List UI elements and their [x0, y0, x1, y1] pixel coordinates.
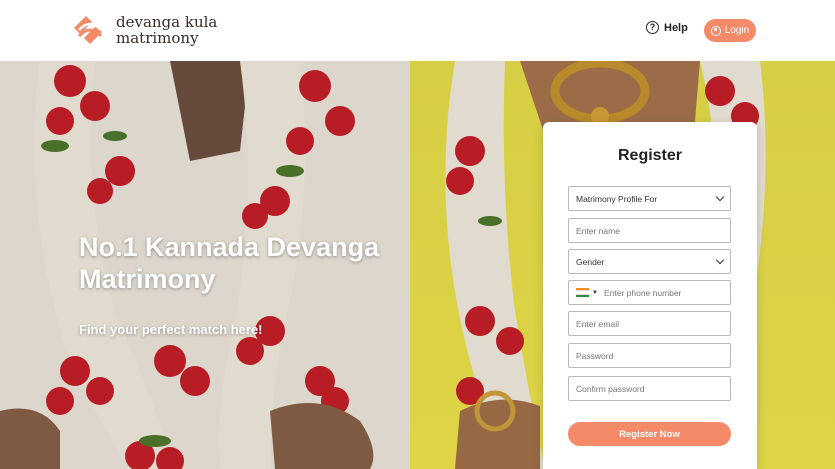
- phone-input[interactable]: ▼ Enter phone number: [568, 280, 731, 305]
- help-label: Help: [664, 21, 688, 34]
- email-input[interactable]: Enter email: [568, 311, 731, 336]
- hero-subtitle: Find your perfect match here!: [79, 322, 263, 337]
- hero-title: No.1 Kannada Devanga Matrimony: [79, 232, 380, 294]
- site-header: devanga kula matrimony ? Help Login: [0, 0, 835, 61]
- brand-name: devanga kula matrimony: [116, 14, 217, 46]
- brand-line-1: devanga kula: [116, 13, 218, 31]
- chevron-down-icon: [715, 192, 725, 202]
- register-card: Register Matrimony Profile For Enter nam…: [543, 122, 757, 469]
- india-flag-icon[interactable]: [576, 288, 589, 297]
- login-button[interactable]: Login: [704, 19, 756, 42]
- email-placeholder: Enter email: [576, 318, 619, 329]
- name-placeholder: Enter name: [576, 225, 620, 236]
- login-label: Login: [724, 25, 750, 36]
- gender-select[interactable]: Gender: [568, 249, 731, 274]
- user-circle-icon: [710, 25, 721, 36]
- confirm-password-placeholder: Confirm password: [576, 383, 645, 394]
- name-input[interactable]: Enter name: [568, 218, 731, 243]
- chevron-down-icon: [715, 255, 725, 265]
- gender-value: Gender: [576, 256, 605, 267]
- register-heading: Register: [617, 147, 683, 164]
- logo-mark-icon: [74, 16, 103, 44]
- confirm-password-input[interactable]: Confirm password: [568, 376, 731, 401]
- register-now-button[interactable]: Register Now: [568, 422, 731, 446]
- brand-logo[interactable]: devanga kula matrimony: [70, 12, 217, 48]
- help-link[interactable]: ? Help: [646, 21, 688, 34]
- profile-for-value: Matrimony Profile For: [576, 193, 658, 204]
- brand-line-2: matrimony: [116, 29, 199, 47]
- password-input[interactable]: Password: [568, 343, 731, 368]
- question-circle-icon: ?: [646, 21, 659, 34]
- profile-for-select[interactable]: Matrimony Profile For: [568, 186, 731, 211]
- password-placeholder: Password: [576, 350, 614, 361]
- phone-placeholder: Enter phone number: [603, 287, 682, 298]
- caret-down-icon[interactable]: ▼: [592, 290, 598, 296]
